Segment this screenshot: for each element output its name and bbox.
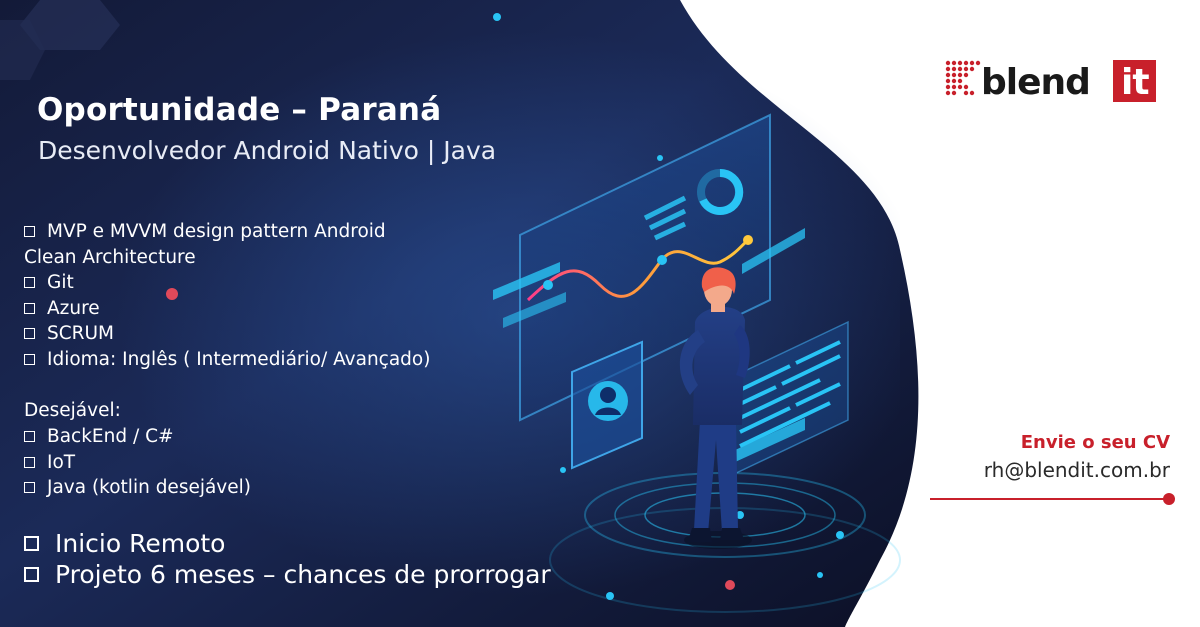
cta-label: Envie o seu CV — [1020, 432, 1170, 453]
list-item: SCRUM — [24, 321, 430, 347]
list-item-text: Idioma: Inglês ( Intermediário/ Avançado… — [47, 348, 431, 370]
list-item: Git — [24, 270, 430, 296]
desirable-list: BackEnd / C# IoT Java (kotlin desejável) — [24, 424, 251, 501]
list-item: Idioma: Inglês ( Intermediário/ Avançado… — [24, 347, 430, 373]
list-item-text: MVP e MVVM design pattern Android — [47, 221, 386, 242]
list-item-text: IoT — [47, 451, 76, 473]
checkbox-icon — [24, 536, 39, 551]
list-item-text: SCRUM — [47, 323, 115, 344]
list-item-text: Clean Architecture — [24, 246, 196, 268]
desirable-heading: Desejável: — [24, 400, 121, 421]
checkbox-icon — [24, 277, 35, 288]
decorative-dot — [493, 13, 501, 21]
list-item-text: Inicio Remoto — [55, 529, 226, 558]
job-subtitle: Desenvolvedor Android Nativo | Java — [38, 136, 497, 165]
list-item: Java (kotlin desejável) — [24, 475, 251, 501]
decorative-dot — [817, 572, 823, 578]
list-item-text: BackEnd / C# — [47, 426, 174, 447]
list-item-text: Git — [47, 272, 74, 293]
conditions-list: Inicio Remoto Projeto 6 meses – chances … — [24, 528, 551, 590]
divider-line — [930, 498, 1166, 500]
decorative-dot — [560, 467, 566, 473]
decorative-dot — [657, 155, 663, 161]
checkbox-icon — [24, 567, 39, 582]
blendit-logo: blend it — [945, 60, 1156, 103]
list-item: Azure — [24, 296, 430, 322]
requirements-list: MVP e MVVM design pattern Android Clean … — [24, 219, 430, 372]
list-item: IoT — [24, 450, 251, 476]
checkbox-icon — [24, 431, 35, 442]
checkbox-icon — [24, 226, 35, 237]
checkbox-icon — [24, 482, 35, 493]
list-item: Projeto 6 meses – chances de prorrogar — [24, 559, 551, 590]
list-item: MVP e MVVM design pattern Android — [24, 219, 430, 245]
checkbox-icon — [24, 328, 35, 339]
decorative-dot — [725, 580, 735, 590]
checkbox-icon — [24, 353, 35, 365]
checkbox-icon — [24, 456, 35, 468]
logo-word: blend — [981, 62, 1090, 103]
divider-dot — [1163, 493, 1175, 505]
list-item: BackEnd / C# — [24, 424, 251, 450]
list-item-text: Projeto 6 meses – chances de prorrogar — [55, 560, 551, 589]
list-item-text: Azure — [47, 297, 100, 319]
list-item-text: Java (kotlin desejável) — [47, 477, 251, 498]
checkbox-icon — [24, 302, 35, 314]
list-item: Inicio Remoto — [24, 528, 551, 559]
logo-dots-icon — [945, 60, 981, 96]
list-item: Clean Architecture — [24, 245, 430, 271]
page-title: Oportunidade – Paraná — [37, 92, 442, 128]
logo-badge: it — [1121, 62, 1149, 103]
contact-email[interactable]: rh@blendit.com.br — [984, 458, 1170, 482]
